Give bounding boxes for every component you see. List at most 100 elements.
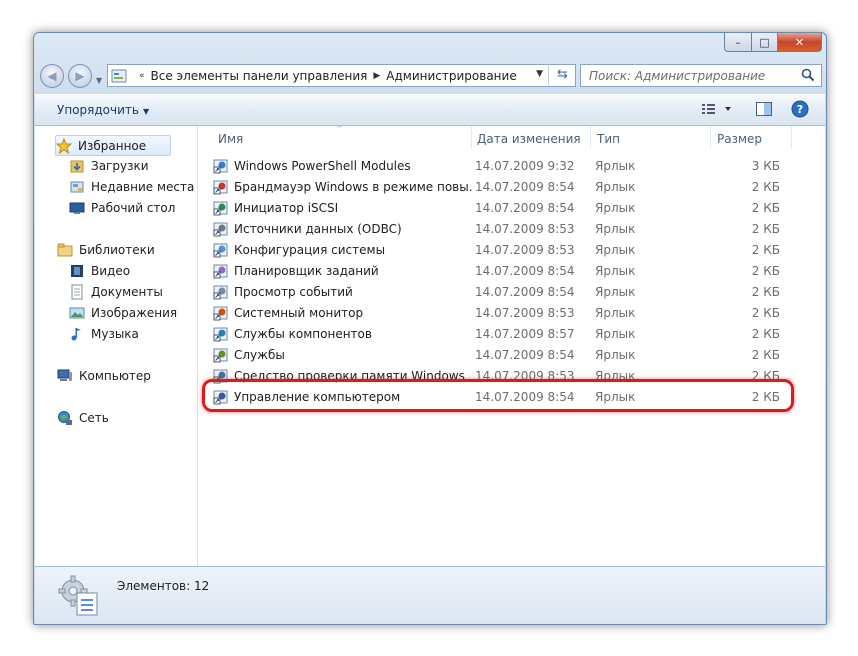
file-row[interactable]: Службы 14.07.2009 8:54 Ярлык 2 КБ [213,344,788,365]
desktop-icon [69,200,85,216]
refresh-button[interactable]: ⇆ [548,64,576,85]
organize-label: Упорядочить [57,103,139,117]
column-header-type[interactable]: Тип [597,132,620,146]
nav-recent-places[interactable]: Недавние места [69,179,194,195]
file-size: 2 КБ [751,284,780,299]
nav-desktop-label: Рабочий стол [91,201,176,215]
back-arrow-icon: ◀ [47,69,57,83]
breadcrumb-separator-icon[interactable]: « [139,71,145,81]
shortcut-icon [213,222,228,236]
file-row[interactable]: Источники данных (ODBC) 14.07.2009 8:53 Яр… [213,218,788,239]
column-header-name[interactable]: Имя [218,132,243,146]
column-divider[interactable] [590,126,591,148]
back-button[interactable]: ◀ [40,64,64,88]
shortcut-icon [213,159,228,173]
file-size: 2 КБ [751,179,780,194]
search-input[interactable] [587,67,796,84]
shortcut-icon [213,180,228,194]
breadcrumb-control-panel[interactable]: Все элементы панели управления [151,69,368,83]
address-bar[interactable]: « Все элементы панели управления ▶ Админ… [107,64,576,87]
nav-computer[interactable]: Компьютер [57,368,151,384]
pictures-icon [69,305,85,321]
music-icon [69,326,85,342]
file-row[interactable]: Инициатор iSCSI 14.07.2009 8:54 Ярлык 2 КБ [213,197,788,218]
file-type: Ярлык [595,263,636,278]
file-name: Планировщик заданий [234,263,379,278]
minimize-button[interactable]: – [724,33,752,52]
column-divider[interactable] [791,126,792,148]
shortcut-icon [213,243,228,257]
nav-music[interactable]: Музыка [69,326,139,342]
file-name: Системный монитор [234,305,364,320]
sort-ascending-icon: ^ [336,124,343,133]
file-name: Брандмауэр Windows в режиме повы... [234,179,472,194]
command-bar: Упорядочить ▼ ? [35,94,825,126]
nav-music-label: Музыка [91,327,139,341]
nav-video-label: Видео [91,264,131,278]
maximize-button[interactable]: □ [752,33,778,52]
documents-icon [69,284,85,300]
control-panel-icon [111,69,127,82]
star-icon [56,137,72,154]
file-size: 3 КБ [751,158,780,173]
nav-downloads[interactable]: Загрузки [69,158,149,174]
file-size: 2 КБ [751,347,780,362]
file-name: Службы [234,347,285,362]
shortcut-icon [213,285,228,299]
file-size: 2 КБ [751,305,780,320]
file-date: 14.07.2009 8:54 [475,179,575,194]
file-date: 14.07.2009 8:53 [475,242,575,257]
file-name: Просмотр событий [234,284,353,299]
breadcrumb-administration[interactable]: Администрирование [386,69,516,83]
file-row[interactable]: Службы компонентов 14.07.2009 8:57 Ярлык 2 … [213,323,788,344]
view-options-icon[interactable] [701,101,733,117]
file-type: Ярлык [595,158,636,173]
nav-documents[interactable]: Документы [69,284,163,300]
nav-libraries-label: Библиотеки [79,243,155,257]
file-date: 14.07.2009 8:54 [475,284,575,299]
file-row[interactable]: Windows PowerShell Modules 14.07.2009 9:3… [213,155,788,176]
file-type: Ярлык [595,326,636,341]
nav-pictures[interactable]: Изображения [69,305,177,321]
refresh-icon: ⇆ [557,67,568,82]
column-divider[interactable] [471,126,472,148]
caption-buttons: – □ ✕ [724,33,822,52]
file-type: Ярлык [595,179,636,194]
preview-pane-icon[interactable] [755,101,773,117]
file-row[interactable]: Планировщик заданий 14.07.2009 8:54 Ярлык 2… [213,260,788,281]
nav-libraries[interactable]: Библиотеки [57,242,155,258]
column-header-size[interactable]: Размер [717,132,762,146]
file-row[interactable]: Просмотр событий 14.07.2009 8:54 Ярлык 2 КБ [213,281,788,302]
search-box[interactable] [580,64,822,87]
shortcut-icon [213,306,228,320]
column-divider[interactable] [710,126,711,148]
file-size: 2 КБ [751,242,780,257]
nav-desktop[interactable]: Рабочий стол [69,200,175,216]
nav-video[interactable]: Видео [69,263,130,279]
column-header-date[interactable]: Дата изменения [477,132,581,146]
file-name: Источники данных (ODBC) [234,221,402,236]
file-row[interactable]: Системный монитор 14.07.2009 8:53 Ярлык 2 К… [213,302,788,323]
breadcrumb-separator-icon[interactable]: ▶ [373,71,380,81]
file-type: Ярлык [595,284,636,299]
file-name: Службы компонентов [234,326,372,341]
nav-network[interactable]: Сеть [57,410,109,426]
chevron-down-icon: ▼ [142,107,150,116]
organize-button[interactable]: Упорядочить ▼ [57,103,149,117]
address-dropdown-icon[interactable]: ▼ [536,69,543,79]
file-size: 2 КБ [751,200,780,215]
nav-favorites[interactable]: Избранное [55,135,171,156]
file-date: 14.07.2009 8:54 [475,263,575,278]
file-date: 14.07.2009 9:32 [475,158,575,173]
search-icon[interactable] [801,68,815,82]
nav-downloads-label: Загрузки [91,159,149,173]
help-icon[interactable]: ? [791,100,809,118]
file-row[interactable]: Конфигурация системы 14.07.2009 8:53 Ярлык… [213,239,788,260]
close-button[interactable]: ✕ [778,33,822,52]
file-date: 14.07.2009 8:57 [475,326,575,341]
nav-documents-label: Документы [91,285,163,299]
file-row[interactable]: Брандмауэр Windows в режиме повы... 14.07… [213,176,788,197]
recent-pages-dropdown[interactable]: ▼ [96,76,102,85]
svg-text:?: ? [797,103,803,116]
forward-button[interactable]: ▶ [68,64,92,88]
